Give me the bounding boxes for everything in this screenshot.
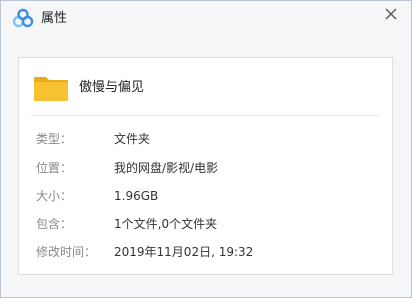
close-button[interactable] bbox=[379, 2, 403, 26]
property-label: 修改时间： bbox=[36, 245, 97, 259]
property-value: 1个文件,0个文件夹 bbox=[114, 217, 218, 231]
properties-dialog: 属性 傲慢与偏见 类型： 文件夹 位置： 我的网盘/影视/电影 大小： 1.96… bbox=[0, 0, 412, 298]
properties-panel: 傲慢与偏见 类型： 文件夹 位置： 我的网盘/影视/电影 大小： 1.96GB … bbox=[18, 57, 393, 275]
property-label: 包含： bbox=[36, 217, 73, 231]
divider bbox=[31, 115, 380, 116]
property-value: 我的网盘/影视/电影 bbox=[114, 161, 219, 175]
close-icon bbox=[385, 8, 397, 20]
property-value: 文件夹 bbox=[114, 132, 151, 146]
folder-icon bbox=[31, 68, 71, 108]
dialog-title: 属性 bbox=[41, 11, 68, 26]
property-label: 大小： bbox=[36, 189, 73, 203]
app-logo-icon bbox=[12, 8, 34, 30]
property-value: 1.96GB bbox=[114, 189, 159, 203]
file-name: 傲慢与偏见 bbox=[79, 80, 145, 95]
property-value: 2019年11月02日, 19:32 bbox=[114, 245, 254, 259]
property-label: 位置： bbox=[36, 161, 73, 175]
property-label: 类型： bbox=[36, 132, 73, 146]
title-bar[interactable]: 属性 bbox=[1, 1, 411, 37]
